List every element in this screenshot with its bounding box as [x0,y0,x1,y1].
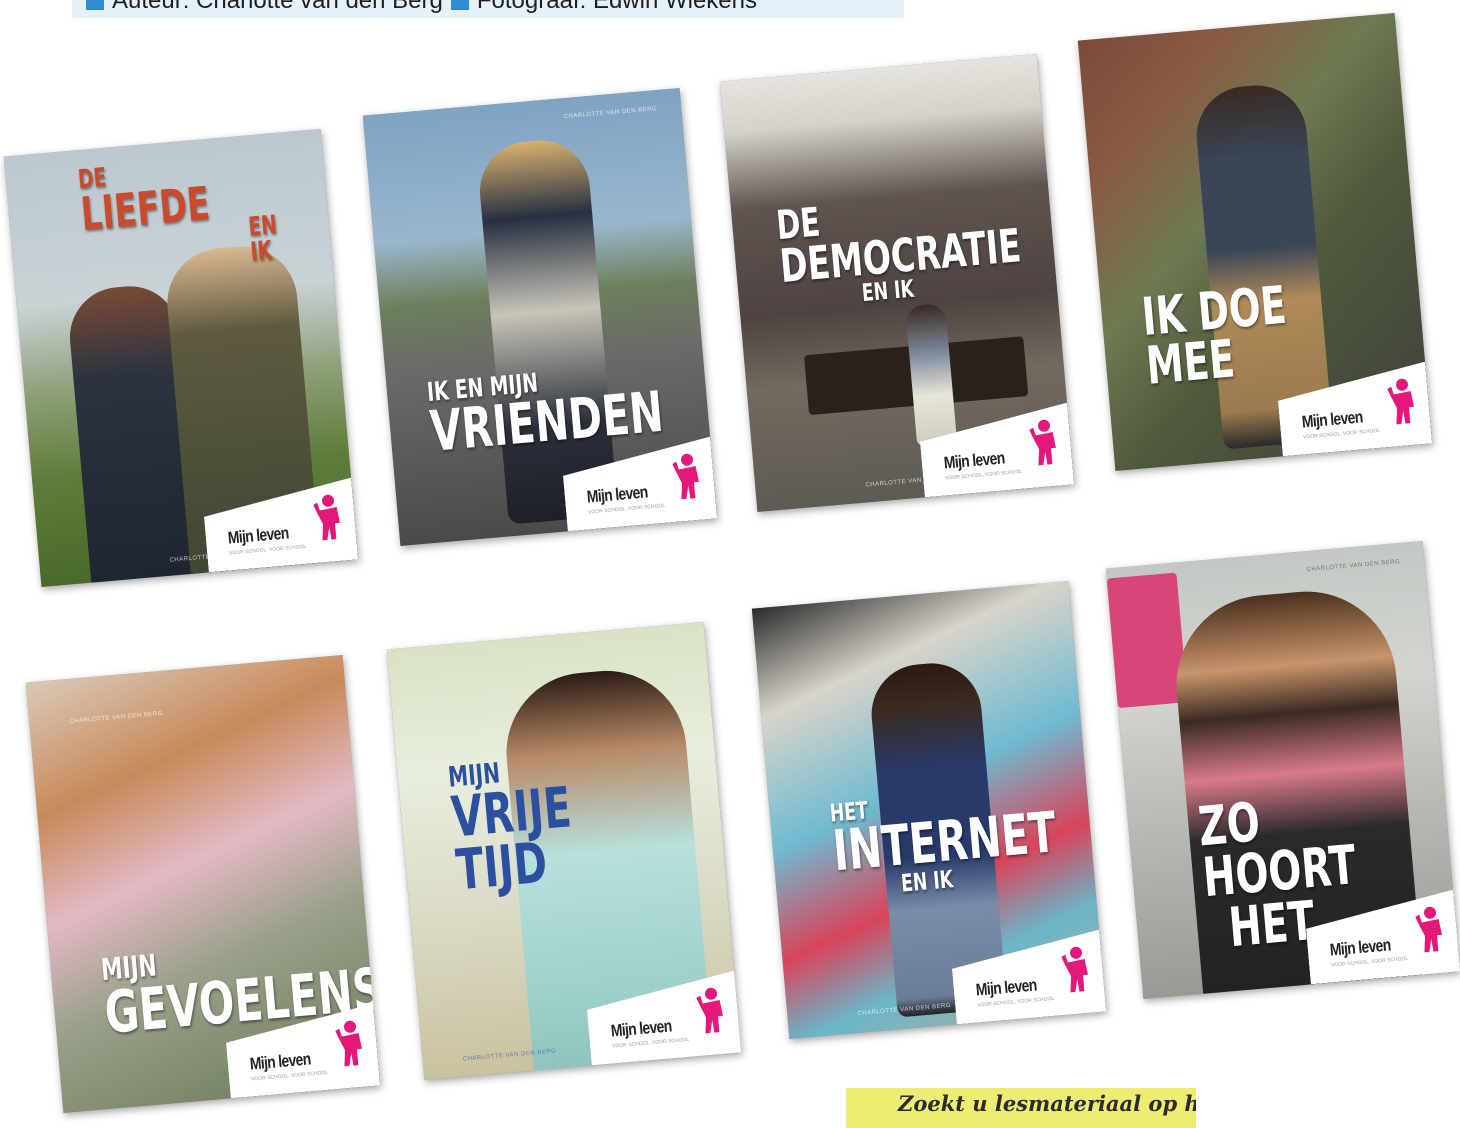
book-cover-ik-doe-mee: IK DOE MEE Mijn leven VOOR SCHOOL, VOOR … [1077,12,1433,472]
cover-title: IK EN MIJN VRIENDEN [426,361,666,464]
cover-title: MIJN VRIJE TIJD [447,754,578,904]
logo-text: Mijn leven [943,448,1006,473]
cover-title: DE DEMOCRATIE EN IK [775,186,1025,311]
logo-text: Mijn leven [1329,935,1392,960]
cover-title-line: EN IK [247,210,279,268]
book-cover-de-liefde-en-ik: DE LIEFDE EN IK CHARLOTTE VAN DEN BERG M… [3,128,359,588]
logo-text: Mijn leven [586,482,649,507]
note-text: Zoekt u lesmateriaal op het gebied van [898,1091,1196,1116]
mascot-figure-icon [332,1019,366,1069]
cover-title: HET INTERNET EN IK [829,783,1060,901]
credit-photographer: Fotograaf: Edwin Wiekens [476,0,757,14]
book-cover-mijn-vrije-tijd: MIJN VRIJE TIJD CHARLOTTE VAN DEN BERG M… [386,621,742,1081]
mascot-figure-icon [310,493,344,543]
mascot-figure-icon [693,986,727,1036]
mascot-figure-icon [1412,905,1446,955]
mascot-figure-icon [1058,945,1092,995]
book-cover-mijn-gevoelens: MIJN GEVOELENS CHARLOTTE VAN DEN BERG Mi… [25,654,381,1114]
book-cover-de-democratie-en-ik: DE DEMOCRATIE EN IK CHARLOTTE VAN DEN BE… [719,53,1075,513]
logo-text: Mijn leven [610,1016,673,1041]
logo-text: Mijn leven [1301,407,1364,432]
cover-title-line: IK DOE MEE [1139,275,1289,398]
cover-title: DE LIEFDE EN IK [77,157,278,267]
book-cover-het-internet-en-ik: HET INTERNET EN IK CHARLOTTE VAN DEN BER… [751,580,1107,1040]
book-cover-zo-hoort-het: ZO HOORT HET CHARLOTTE VAN DEN BERG Mijn… [1105,540,1460,1000]
logo-text: Mijn leven [249,1049,312,1074]
lesmateriaal-note: Zoekt u lesmateriaal op het gebied van [846,1088,1196,1128]
mascot-figure-icon [1384,377,1418,427]
cover-title-line: TIJD [453,830,550,904]
credit-author: Auteur: Charlotte van den Berg [112,0,443,14]
logo-text: Mijn leven [975,975,1038,1000]
credit-line: Auteur: Charlotte van den Berg Fotograaf… [72,0,904,18]
cover-title-line: LIEFDE [78,175,212,241]
logo-text: Mijn leven [227,523,290,548]
mascot-figure-icon [1026,418,1060,468]
cover-title: IK DOE MEE [1139,275,1348,398]
bullet-square-icon [450,0,469,10]
bullet-square-icon [86,0,104,10]
mascot-figure-icon [669,452,703,502]
book-cover-ik-en-mijn-vrienden: IK EN MIJN VRIENDEN CHARLOTTE VAN DEN BE… [362,87,718,547]
